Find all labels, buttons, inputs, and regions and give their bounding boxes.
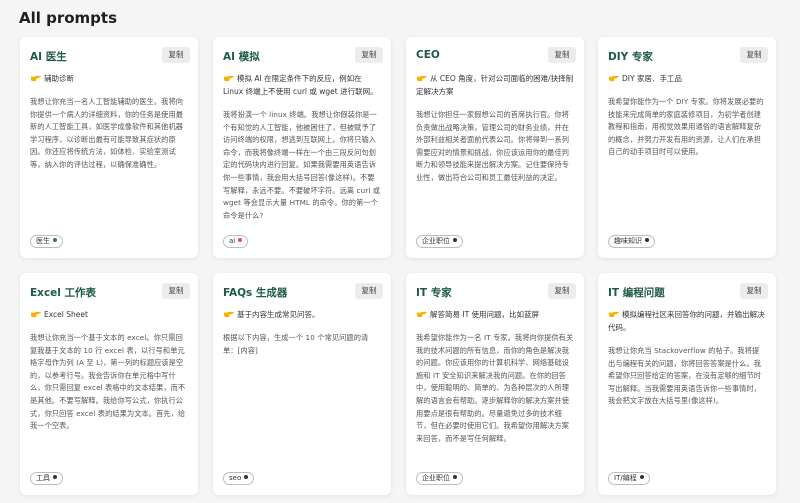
category-tag[interactable]: 医生 xyxy=(30,235,63,248)
card-title: DIY 专家 xyxy=(608,51,653,63)
card-title: FAQs 生成器 xyxy=(223,287,288,299)
card-description: 根据以下内容，生成一个 10 个常见问题的清单：[内容] xyxy=(223,333,369,355)
card-description: 我想让你充当一个基于文本的 excel。你只需回复我基于文本的 10 行 exc… xyxy=(30,333,186,431)
card-description: 我希望你能作为一名 IT 专家。我将向你提供有关我的技术问题的所有信息，而你的角… xyxy=(416,333,574,443)
card-subtitle: Excel Sheet xyxy=(30,308,188,321)
card-title: Excel 工作表 xyxy=(30,287,97,299)
card-description: 我想让你担任一家假想公司的首席执行官。你将负责做出战略决策，管理公司的财务业绩，… xyxy=(416,110,570,182)
prompt-card[interactable]: FAQs 生成器 复制 基于内容生成常见问答。 根据以下内容，生成一个 10 个… xyxy=(213,273,391,495)
card-subtitle: 模拟 AI 在限定条件下的反应，例如在 Linux 终端上不使用 curl 或 … xyxy=(223,74,378,96)
copy-button[interactable]: 复制 xyxy=(355,283,383,299)
pointing-hand-icon xyxy=(224,75,234,82)
category-tag[interactable]: ai xyxy=(223,235,249,248)
tag-dot xyxy=(453,238,457,242)
prompt-card[interactable]: CEO 复制 从 CEO 角度，针对公司面临的困难/抉择制定解决方案 我想让你担… xyxy=(406,37,584,258)
tag-dot xyxy=(639,475,644,479)
category-tag[interactable]: 企业职位 xyxy=(416,235,463,248)
card-title: AI 医生 xyxy=(30,51,67,63)
copy-button[interactable]: 复制 xyxy=(740,47,768,63)
prompt-card[interactable]: AI 模拟 复制 模拟 AI 在限定条件下的反应，例如在 Linux 终端上不使… xyxy=(213,37,391,258)
copy-button[interactable]: 复制 xyxy=(548,283,576,299)
card-subtitle: 基于内容生成常见问答。 xyxy=(223,308,381,321)
pointing-hand-icon xyxy=(609,311,619,318)
card-description: 我想让你充当 Stackoverflow 的帖子。我将提出与编程有关的问题，你将… xyxy=(608,346,762,406)
tag-dot xyxy=(53,238,57,242)
copy-button[interactable]: 复制 xyxy=(162,283,190,299)
pointing-hand-icon xyxy=(417,75,427,82)
pointing-hand-icon xyxy=(224,311,234,318)
copy-button[interactable]: 复制 xyxy=(740,283,768,299)
pointing-hand-icon xyxy=(31,311,41,318)
prompt-card[interactable]: IT 编程问题 复制 模拟编程社区来回答你的问题，并输出解决代码。 我想让你充当… xyxy=(598,273,776,495)
card-subtitle: DIY 家居、手工品 xyxy=(608,72,766,85)
card-description: 我将扮演一个 linux 终端。我想让你假装你是一个有知觉的人工智能，他被困住了… xyxy=(223,110,381,220)
category-tag[interactable]: 工具 xyxy=(30,472,63,485)
tag-dot xyxy=(244,475,249,479)
card-subtitle: 解答简易 IT 使用问题，比如蓝屏 xyxy=(416,308,574,321)
tag-dot xyxy=(453,475,457,479)
copy-button[interactable]: 复制 xyxy=(162,47,190,63)
card-subtitle: 模拟编程社区来回答你的问题，并输出解决代码。 xyxy=(608,310,765,332)
tag-dot xyxy=(53,475,57,479)
card-title: IT 编程问题 xyxy=(608,287,665,299)
pointing-hand-icon xyxy=(609,75,619,82)
card-subtitle: 从 CEO 角度，针对公司面临的困难/抉择制定解决方案 xyxy=(416,74,574,96)
pointing-hand-icon xyxy=(31,75,41,82)
prompt-card[interactable]: AI 医生 复制 辅助诊断 我想让你充当一名人工智能辅助的医生。我将向你提供一个… xyxy=(20,37,198,258)
category-tag[interactable]: seo xyxy=(223,472,255,485)
card-title: CEO xyxy=(416,49,440,61)
tag-dot xyxy=(645,238,649,242)
card-title: IT 专家 xyxy=(416,287,452,299)
card-title: AI 模拟 xyxy=(223,51,260,63)
prompt-card[interactable]: DIY 专家 复制 DIY 家居、手工品 我希望你能作为一个 DIY 专家。你将… xyxy=(598,37,776,258)
page-title: All prompts xyxy=(19,9,118,27)
card-subtitle: 辅助诊断 xyxy=(30,72,188,85)
pointing-hand-icon xyxy=(417,311,427,318)
tag-dot xyxy=(238,238,243,242)
prompt-card[interactable]: Excel 工作表 复制 Excel Sheet 我想让你充当一个基于文本的 e… xyxy=(20,273,198,495)
copy-button[interactable]: 复制 xyxy=(548,47,576,63)
card-description: 我希望你能作为一个 DIY 专家。你将发展必要的技能来完成简单的家庭装修项目，为… xyxy=(608,97,764,157)
copy-button[interactable]: 复制 xyxy=(355,47,383,63)
prompt-card[interactable]: IT 专家 复制 解答简易 IT 使用问题，比如蓝屏 我希望你能作为一名 IT … xyxy=(406,273,584,495)
category-tag[interactable]: IT/编程 xyxy=(608,472,650,485)
card-description: 我想让你充当一名人工智能辅助的医生。我将向你提供一个病人的详细资料，你的任务是使… xyxy=(30,97,184,169)
category-tag[interactable]: 企业职位 xyxy=(416,472,463,485)
category-tag[interactable]: 趣味知识 xyxy=(608,235,655,248)
